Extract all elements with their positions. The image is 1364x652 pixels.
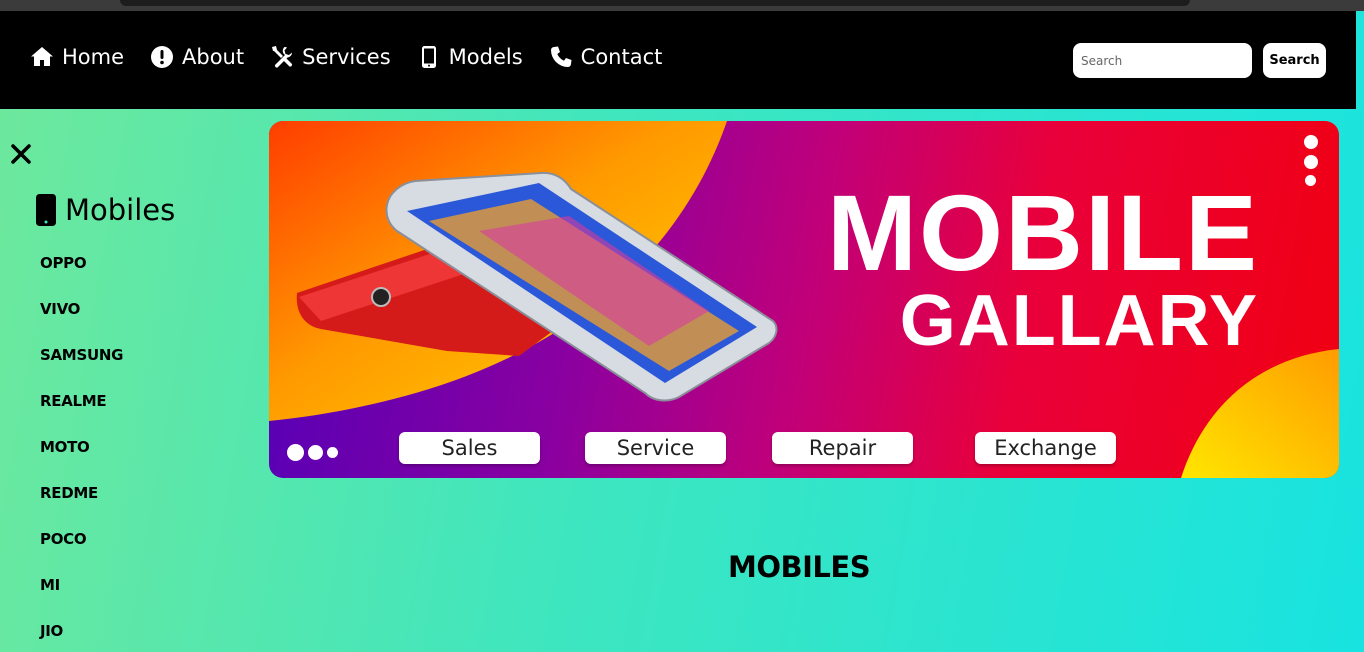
phone-icon (550, 46, 572, 67)
banner-more-icon[interactable] (1304, 135, 1320, 189)
brand-item-redme[interactable]: REDME (40, 483, 123, 529)
mobile-icon (36, 194, 56, 226)
nav-models-link[interactable]: Models (417, 41, 523, 73)
nav-models-label: Models (448, 45, 523, 69)
nav-home-label: Home (62, 45, 125, 69)
banner-pill-exchange: Exchange (975, 432, 1116, 464)
banner-pill-repair: Repair (772, 432, 913, 464)
mobile-icon (421, 46, 436, 68)
hero-banner[interactable]: MOBILE GALLARY Sales Service Repair Exch… (269, 121, 1339, 478)
brand-item-poco[interactable]: POCO (40, 529, 123, 575)
sidebar-title: Mobiles (35, 193, 175, 227)
browser-top-strip (0, 0, 1364, 11)
nav-contact-label: Contact (580, 45, 663, 69)
brand-item-jio[interactable]: JIO (40, 621, 123, 652)
tools-icon (272, 46, 293, 68)
home-icon (31, 47, 53, 66)
nav-home-link[interactable]: Home (30, 41, 124, 73)
brand-list: OPPO VIVO SAMSUNG REALME MOTO REDME POCO… (40, 253, 123, 652)
nav-about-link[interactable]: About (150, 41, 244, 73)
slider-dots-icon[interactable] (287, 444, 338, 461)
brand-item-oppo[interactable]: OPPO (40, 253, 123, 299)
browser-tab-bar (120, 0, 1190, 6)
brand-item-mi[interactable]: MI (40, 575, 123, 621)
brand-item-realme[interactable]: REALME (40, 391, 123, 437)
nav-about-label: About (182, 45, 245, 69)
search-input[interactable] (1073, 43, 1252, 78)
navbar: Home About Services Models Contact Searc… (0, 11, 1356, 109)
banner-subtitle: GALLARY (899, 281, 1259, 361)
banner-pill-service: Service (585, 432, 726, 464)
brand-item-samsung[interactable]: SAMSUNG (40, 345, 123, 391)
nav-services-label: Services (302, 45, 391, 69)
close-icon[interactable] (10, 143, 32, 165)
banner-title: MOBILE (827, 172, 1259, 293)
banner-pill-sales: Sales (399, 432, 540, 464)
nav-links: Home About Services Models Contact (30, 41, 662, 73)
section-heading: MOBILES (728, 550, 871, 584)
brand-item-moto[interactable]: MOTO (40, 437, 123, 483)
brand-item-vivo[interactable]: VIVO (40, 299, 123, 345)
nav-services-link[interactable]: Services (270, 41, 391, 73)
search-button[interactable]: Search (1263, 43, 1326, 78)
info-icon (151, 46, 174, 68)
nav-contact-link[interactable]: Contact (549, 41, 663, 73)
sidebar-title-label: Mobiles (65, 193, 176, 227)
